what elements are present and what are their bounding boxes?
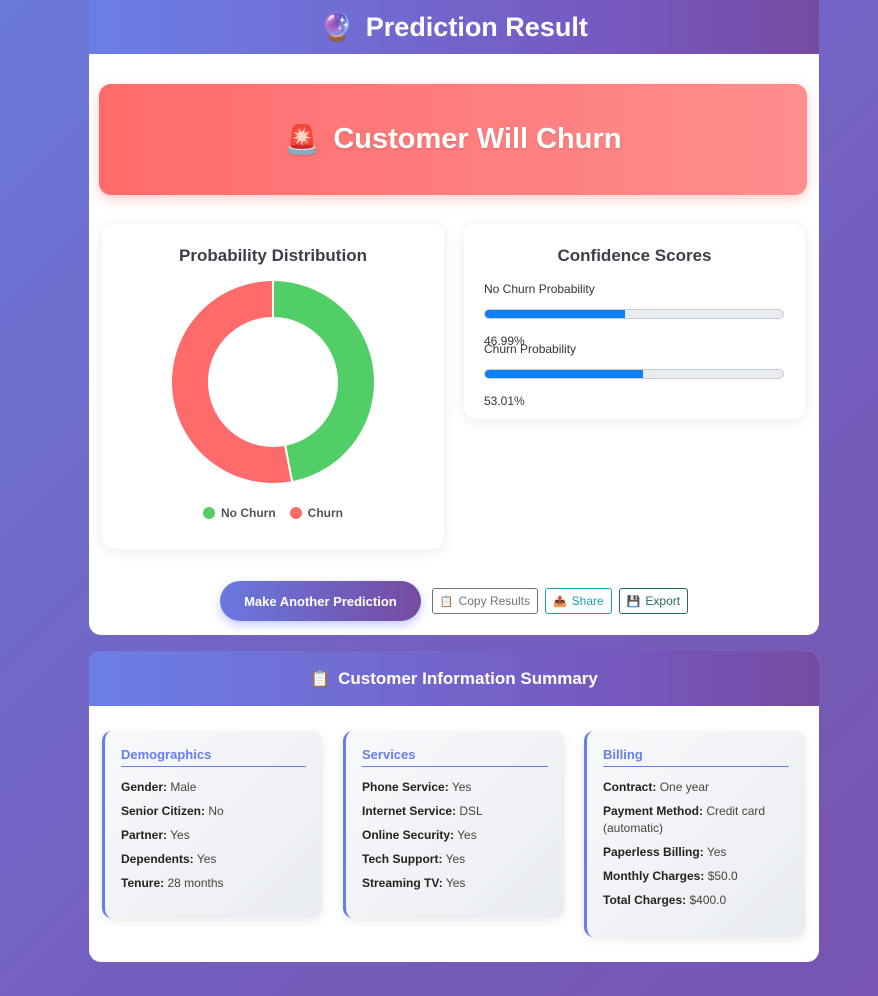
services-row: Internet Service: DSL (362, 803, 548, 820)
demographics-row-value: Yes (196, 852, 217, 866)
floppy-disk-icon: 💾 (626, 595, 641, 608)
billing-title: Billing (603, 747, 789, 767)
demographics-title: Demographics (121, 747, 306, 767)
summary-title: Customer Information Summary (338, 668, 598, 688)
services-row-value: Yes (445, 876, 466, 890)
probability-distribution-panel: Probability Distribution No Churn Churn (102, 224, 444, 549)
legend-swatch-no-churn (203, 507, 215, 519)
demographics-row-value: 28 months (167, 876, 224, 890)
confidence-scores-panel: Confidence Scores No Churn Probability 4… (464, 224, 805, 419)
demographics-box: Demographics Gender: Male Senior Citizen:… (102, 731, 322, 918)
legend-label-no-churn: No Churn (221, 506, 276, 520)
customer-summary-header: 📋 Customer Information Summary (89, 651, 819, 706)
churn-prediction-banner: 🚨 Customer Will Churn (99, 84, 807, 195)
outbox-icon: 📤 (552, 595, 567, 608)
billing-row-key: Monthly Charges: (603, 869, 705, 883)
rotating-light-icon: 🚨 (284, 124, 320, 155)
churn-progress-fill (485, 370, 643, 378)
chart-legend: No Churn Churn (102, 506, 444, 520)
services-box: Services Phone Service: Yes Internet Serv… (343, 731, 564, 918)
billing-row-key: Payment Method: (603, 804, 704, 818)
export-button[interactable]: 💾 Export (618, 588, 689, 614)
services-row-value: Yes (445, 852, 466, 866)
demographics-row: Senior Citizen: No (121, 803, 306, 820)
billing-row: Total Charges: $400.0 (603, 892, 789, 909)
billing-row-key: Paperless Billing: (603, 845, 704, 859)
no-churn-progress-bar (484, 309, 784, 319)
services-title: Services (362, 747, 548, 767)
demographics-row-value: Male (170, 780, 197, 794)
billing-row: Paperless Billing: Yes (603, 844, 789, 861)
demographics-row-key: Gender: (121, 780, 168, 794)
demographics-row: Partner: Yes (121, 827, 306, 844)
services-row: Streaming TV: Yes (362, 875, 548, 892)
churn-probability-label: Churn Probability (484, 342, 577, 356)
share-label: Share (571, 594, 604, 608)
customer-summary-card: 📋 Customer Information Summary Demograph… (89, 651, 819, 962)
billing-row-key: Total Charges: (603, 893, 687, 907)
services-row: Tech Support: Yes (362, 851, 548, 868)
distribution-title: Probability Distribution (179, 246, 367, 265)
demographics-row-key: Partner: (121, 828, 168, 842)
billing-row: Monthly Charges: $50.0 (603, 868, 789, 885)
services-row-value: Yes (457, 828, 477, 842)
services-row-key: Phone Service: (362, 780, 449, 794)
no-churn-probability-label: No Churn Probability (484, 282, 595, 296)
services-row-key: Streaming TV: (362, 876, 443, 890)
services-row-value: DSL (459, 804, 483, 818)
services-row-key: Internet Service: (362, 804, 457, 818)
export-label: Export (645, 594, 681, 608)
demographics-row-key: Senior Citizen: (121, 804, 206, 818)
page-title: Prediction Result (365, 11, 588, 42)
no-churn-progress-fill (485, 310, 626, 318)
make-another-prediction-button[interactable]: Make Another Prediction (219, 581, 421, 621)
clipboard-icon: 📋 (310, 670, 331, 688)
action-buttons: Make Another Prediction 📋 Copy Results 📤… (89, 581, 819, 621)
clipboard-icon: 📋 (439, 595, 454, 608)
churn-probability-value: 53.01% (484, 394, 525, 408)
legend-item-churn[interactable]: Churn (289, 506, 343, 520)
demographics-row: Dependents: Yes (121, 851, 306, 868)
demographics-row-value: Yes (170, 828, 190, 842)
billing-row-value: $400.0 (689, 893, 727, 907)
billing-row-value: Yes (706, 845, 727, 859)
demographics-row: Gender: Male (121, 779, 306, 796)
demographics-row-value: No (208, 804, 224, 818)
billing-row: Payment Method: Credit card (automatic) (603, 803, 789, 837)
copy-results-button[interactable]: 📋 Copy Results (431, 588, 538, 614)
billing-row-value: One year (659, 780, 710, 794)
billing-row: Contract: One year (603, 779, 789, 796)
demographics-row-key: Tenure: (121, 876, 165, 890)
donut-slice-no-churn[interactable] (272, 280, 375, 484)
banner-text: Customer Will Churn (333, 123, 622, 155)
legend-swatch-churn (289, 507, 302, 519)
donut-slice-churn[interactable] (171, 280, 294, 484)
churn-progress-bar (484, 369, 784, 379)
services-row: Phone Service: Yes (362, 779, 548, 796)
billing-row-value: $50.0 (707, 869, 738, 883)
copy-results-label: Copy Results (458, 594, 530, 608)
legend-label-churn: Churn (307, 506, 343, 520)
prediction-result-card: 🔮 Prediction Result 🚨 Customer Will Chur… (89, 0, 819, 635)
crystal-ball-icon: 🔮 (320, 12, 354, 42)
services-row: Online Security: Yes (362, 827, 548, 844)
billing-box: Billing Contract: One year Payment Method… (584, 731, 805, 937)
billing-row-key: Contract: (603, 780, 657, 794)
share-button[interactable]: 📤 Share (544, 588, 612, 614)
demographics-row: Tenure: 28 months (121, 875, 306, 892)
prediction-result-header: 🔮 Prediction Result (89, 0, 819, 54)
services-row-value: Yes (451, 780, 472, 794)
demographics-row-key: Dependents: (121, 852, 194, 866)
legend-item-no-churn[interactable]: No Churn (203, 506, 276, 520)
donut-chart (171, 280, 375, 484)
confidence-title: Confidence Scores (557, 246, 712, 265)
services-row-key: Tech Support: (362, 852, 443, 866)
services-row-key: Online Security: (362, 828, 455, 842)
